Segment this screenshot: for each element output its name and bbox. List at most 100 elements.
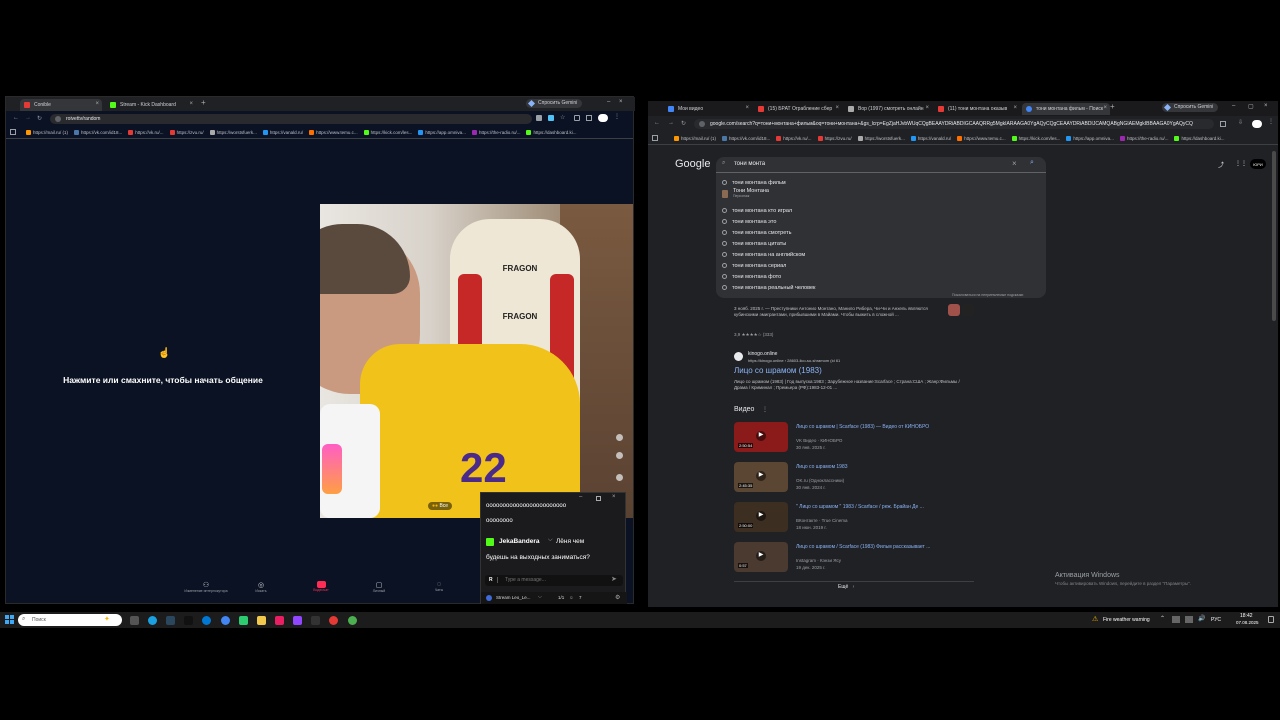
task-view-icon[interactable] [130,616,139,625]
extensions-puzzle-icon[interactable] [574,115,580,121]
start-chat-prompt[interactable]: Нажмите или смахните, чтобы начать общен… [46,375,280,385]
bookmark-item[interactable]: https://worstsfuerk... [209,129,257,135]
search-submit-icon[interactable]: ⌕ [1030,159,1034,167]
suggestion-item[interactable]: тони монтана цитаты [722,238,786,249]
back-icon[interactable]: ← [654,120,660,126]
address-bar[interactable]: google.com/search?q=тони+монтана+фильм&o… [694,119,1214,129]
bookmark-item[interactable]: https://app.omniva... [1066,135,1114,141]
bookmark-star-icon[interactable]: ☆ [560,114,565,121]
search-input[interactable]: тони монта [734,161,765,167]
video-thumbnail[interactable]: 2:45:35 ▶ [734,462,788,492]
suggestion-item[interactable]: тони монтана кто играл [722,205,792,216]
bookmark-item[interactable]: https://dashboard.ki... [526,129,577,135]
site-info-icon[interactable] [55,116,61,122]
app-icon[interactable] [239,616,248,625]
result-thumbnail[interactable] [962,304,974,316]
menu-dots-icon[interactable]: ⋮ [1268,118,1274,125]
bookmark-item[interactable]: https://vanald.ru/ [262,129,303,135]
settings-gear-icon[interactable]: ⚙ [615,594,620,601]
chrome-icon[interactable] [221,616,230,625]
nav-chats[interactable]: ◌ Чаты [424,581,454,592]
reload-icon[interactable]: ↻ [37,115,42,122]
tab-my-videos[interactable]: Мои видео × [664,103,752,115]
bookmark-item[interactable]: https://kick.com/les... [363,129,412,135]
tab-vor[interactable]: Вор (1997) смотреть онлайн × [844,103,932,115]
minimize-icon[interactable]: – [607,99,610,105]
clear-search-icon[interactable]: × [1012,159,1017,168]
site-info-icon[interactable] [699,121,705,127]
chat-input[interactable]: R Type a message... ➤ [485,575,623,586]
tab-conible[interactable]: Conible × [20,99,102,111]
app-icon[interactable] [202,616,211,625]
bookmark-item[interactable]: https://worstsfuerk... [857,135,905,141]
video-title[interactable]: Лицо со шрамом / Scarface (1983) Фильм р… [796,544,930,550]
google-logo[interactable]: Google [675,158,710,170]
app-icon[interactable] [329,616,338,625]
bookmark-item[interactable]: https://vk.ru/... [128,129,164,135]
video-control-icon[interactable] [616,474,623,481]
notifications-icon[interactable] [1268,616,1274,623]
tab-google-search[interactable]: тони монтана фильм - Поиск × [1022,103,1110,115]
forward-icon[interactable]: → [668,120,674,126]
apps-grid-icon[interactable]: ⋮⋮ [1235,160,1247,167]
new-tab-icon[interactable]: + [1110,102,1115,111]
new-tab-icon[interactable]: + [201,98,206,107]
clock-date[interactable]: 07.08.2025 [1236,620,1259,625]
nav-personal[interactable]: ▢ Личный [364,581,394,593]
taskbar-search[interactable]: ⌕ Поиск ✦ [18,614,122,626]
extension-icon[interactable] [548,115,554,121]
edge-icon[interactable] [148,616,157,625]
bookmark-item[interactable]: https://zvu.ru/ [169,129,204,135]
app-icon[interactable] [184,616,193,625]
close-window-icon[interactable]: × [1264,103,1268,109]
nav-change-interlocutor[interactable]: ⚇ Изменение интерлокутора [176,581,236,593]
report-suggestions-link[interactable]: Пожаловаться на неприемлемые подсказки [952,293,1023,297]
bookmark-item[interactable]: https://kick.com/les... [1011,135,1060,141]
menu-dots-icon[interactable]: ⋮ [614,113,620,120]
bookmark-item[interactable]: https://mail.ru/ (1) [26,129,68,135]
chevron-up-icon[interactable]: ⌃ [1160,615,1165,622]
bookmark-item[interactable]: https://www.temu.c... [309,129,358,135]
send-icon[interactable]: ➤ [611,575,617,583]
result-title[interactable]: Лицо со шрамом (1983) [734,366,822,375]
bookmark-item[interactable]: https://the-radio.ru/... [1119,135,1168,141]
video-control-icon[interactable] [616,452,623,459]
suggestion-item[interactable]: тони монтана фильм [722,177,786,188]
stream-label[interactable]: Stream Leo_Le... [496,595,531,600]
download-icon[interactable] [586,115,592,121]
suggestion-item[interactable]: тони монтана реальный человек [722,282,815,293]
close-icon[interactable]: × [612,494,616,500]
translate-icon[interactable] [536,115,542,121]
suggestion-item[interactable]: Тони Монтана Персонаж [722,188,769,199]
suggestion-item[interactable]: тони монтана на английском [722,249,805,260]
video-thumbnail[interactable]: 0:57 ▶ [734,542,788,572]
volume-icon[interactable]: 🔊 [1198,615,1205,622]
video-thumbnail[interactable]: 2:50:54 ▶ [734,422,788,452]
reload-icon[interactable]: ↻ [681,120,686,127]
close-tab-icon[interactable]: × [95,101,99,107]
share-icon[interactable]: ⤴ [1218,160,1224,169]
weather-widget[interactable]: Fire weather warning [1103,617,1150,623]
video-thumbnail[interactable]: 2:50:00 ▶ [734,502,788,532]
result-url[interactable]: https://kinogo.online › 28603-lico-so-sh… [748,358,840,363]
bookmark-item[interactable]: https://mail.ru/ (1) [674,135,716,141]
result-site-name[interactable]: kinogo.online [748,351,777,357]
suggestion-item[interactable]: тони монтана это [722,216,776,227]
download-icon[interactable]: ⇩ [1238,119,1243,126]
suggestion-item[interactable]: тони монтана сериал [722,260,786,271]
bookmark-item[interactable]: https://www.temu.c... [957,135,1006,141]
video-title[interactable]: " Лицо со шрамом " 1983 / Scarface / реж… [796,504,924,510]
app-icon[interactable] [275,616,284,625]
gemini-button[interactable]: Спросить Gemini [1162,103,1219,112]
more-options-icon[interactable]: ⋮ [762,406,768,413]
network-icon[interactable] [1185,616,1193,623]
tab-kick-dashboard[interactable]: Stream - Kick Dashboard × [106,99,196,111]
maximize-icon[interactable]: ▢ [1248,103,1254,110]
chevron-down-icon[interactable]: ⌵ [538,594,542,600]
bookmark-item[interactable]: https://vk.ru/... [776,135,812,141]
chat-username[interactable]: JekaBandera [499,538,539,545]
forward-icon[interactable]: → [25,115,31,121]
scrollbar[interactable] [1272,151,1276,321]
nav-videochat[interactable]: Видеочат [306,581,336,592]
suggestion-item[interactable]: тони монтана смотреть [722,227,791,238]
